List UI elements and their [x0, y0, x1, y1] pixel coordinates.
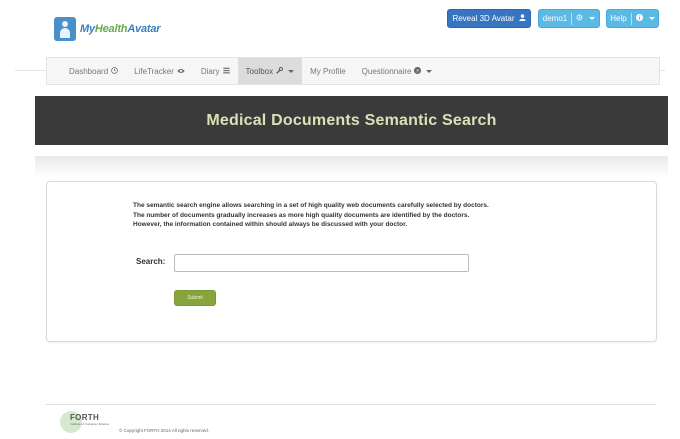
- copyright-text: © Copyright FORTH 2014 All rights reserv…: [119, 428, 210, 433]
- user-menu-label: demo1: [542, 14, 568, 23]
- page-banner: Medical Documents Semantic Search: [35, 96, 668, 145]
- forth-logo: FORTH Institute of Computer Science: [60, 411, 114, 433]
- search-panel: The semantic search engine allows search…: [46, 181, 657, 342]
- nav-item-questionnaire[interactable]: Questionnaire ?: [354, 58, 441, 84]
- button-separator: [571, 12, 573, 25]
- button-separator: [630, 12, 632, 25]
- logo-text-avatar: Avatar: [127, 23, 161, 35]
- nav-item-label: Toolbox: [245, 66, 274, 76]
- forth-logo-subtitle: Institute of Computer Science: [70, 422, 110, 426]
- description-line: However, the information contained withi…: [133, 221, 408, 228]
- nav-item-diary[interactable]: Diary: [193, 58, 238, 84]
- help-menu-label: Help: [610, 14, 627, 23]
- footer-divider: [46, 404, 656, 405]
- gear-icon: [576, 14, 583, 23]
- search-input[interactable]: [174, 254, 469, 272]
- clock-icon: [111, 66, 119, 76]
- help-menu-button[interactable]: Help: [606, 9, 659, 28]
- chevron-down-icon: [589, 17, 596, 20]
- description-line: The semantic search engine allows search…: [133, 202, 489, 209]
- nav-item-label: Diary: [200, 66, 220, 76]
- info-circle-icon: [635, 14, 643, 23]
- logo-text-my: My: [80, 23, 95, 35]
- submit-button[interactable]: Submit: [174, 290, 216, 306]
- nav-item-lifetracker[interactable]: LifeTracker: [126, 58, 193, 84]
- nav-item-dashboard[interactable]: Dashboard: [61, 58, 126, 84]
- search-label: Search:: [136, 257, 166, 266]
- nav-item-label: Dashboard: [69, 66, 109, 76]
- nav-item-toolbox[interactable]: Toolbox: [237, 58, 303, 84]
- eye-icon: [177, 67, 185, 76]
- search-description: The semantic search engine allows search…: [133, 201, 603, 230]
- description-line: The number of documents gradually increa…: [133, 211, 470, 219]
- avatar-logo-icon: [54, 17, 76, 41]
- banner-shadow: [35, 156, 668, 178]
- user-menu-button[interactable]: demo1: [538, 9, 600, 28]
- chevron-down-icon: [426, 69, 433, 73]
- nav-item-label: My Profile: [310, 66, 346, 76]
- forth-logo-name: FORTH: [70, 413, 100, 422]
- nav-item-my-profile[interactable]: My Profile: [302, 58, 354, 84]
- reveal-3d-avatar-button[interactable]: Reveal 3D Avatar: [447, 9, 531, 28]
- chevron-down-icon: [288, 69, 295, 73]
- svg-text:?: ?: [416, 68, 419, 74]
- list-icon: [222, 67, 230, 76]
- nav-item-label: LifeTracker: [134, 66, 174, 76]
- user-icon: [518, 14, 526, 23]
- app-logo[interactable]: MyHealthAvatar: [54, 17, 161, 41]
- page-title: Medical Documents Semantic Search: [206, 111, 497, 129]
- question-circle-icon: ?: [414, 66, 422, 76]
- nav-item-label: Questionnaire: [361, 66, 412, 76]
- reveal-3d-avatar-label: Reveal 3D Avatar: [452, 14, 515, 23]
- wrench-icon: [276, 66, 284, 76]
- logo-text-health: Health: [94, 23, 128, 35]
- chevron-down-icon: [648, 17, 655, 20]
- main-navigation: Dashboard LifeTracker Diary Toolbox My P…: [46, 57, 660, 85]
